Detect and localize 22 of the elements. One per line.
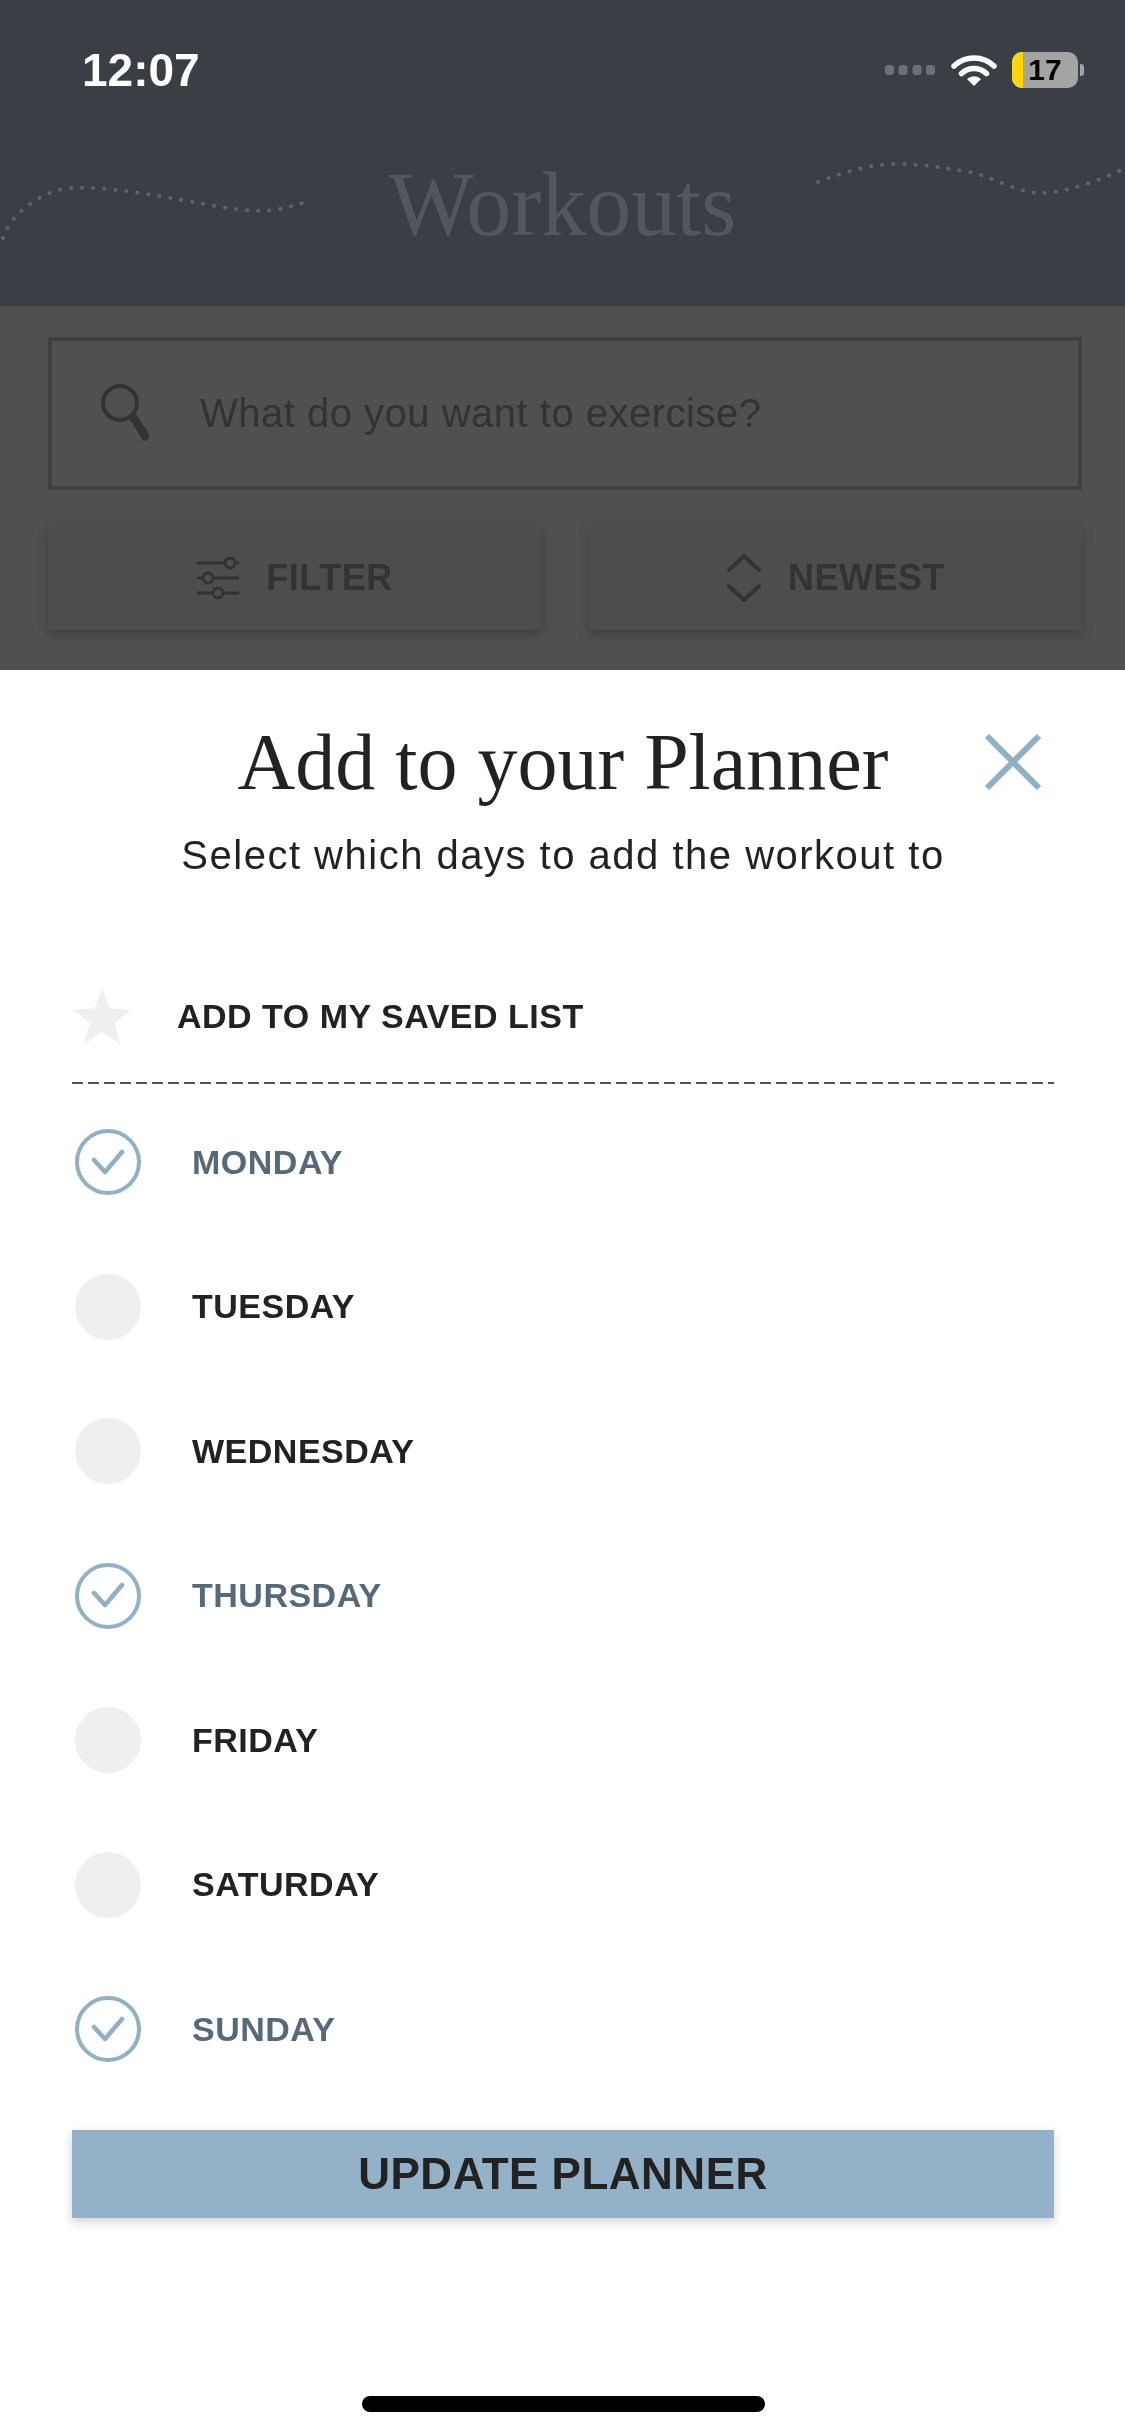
check-icon <box>91 1148 125 1176</box>
dialog-subtitle: Select which days to add the workout to <box>180 832 946 879</box>
day-label: TUESDAY <box>192 1287 355 1327</box>
close-icon <box>984 733 1042 791</box>
wifi-icon <box>951 53 997 87</box>
update-planner-button[interactable]: UPDATE PLANNER <box>72 2130 1054 2218</box>
day-label: WEDNESDAY <box>192 1431 415 1471</box>
check-icon <box>91 1582 125 1610</box>
day-label: SUNDAY <box>192 2009 336 2049</box>
battery-indicator: 17 <box>1012 52 1084 88</box>
status-time: 12:07 <box>82 43 200 97</box>
check-icon <box>91 2015 125 2043</box>
search-icon <box>100 383 150 443</box>
day-label: SATURDAY <box>192 1865 380 1905</box>
day-label: FRIDAY <box>192 1720 319 1760</box>
day-label: MONDAY <box>192 1142 343 1182</box>
signal-icon <box>885 65 935 75</box>
chevron-up-down-icon <box>726 552 762 603</box>
close-button[interactable] <box>984 733 1042 791</box>
day-label: THURSDAY <box>192 1576 382 1616</box>
saved-list-label: ADD TO MY SAVED LIST <box>177 996 584 1036</box>
dialog-title: Add to your Planner <box>237 717 889 808</box>
